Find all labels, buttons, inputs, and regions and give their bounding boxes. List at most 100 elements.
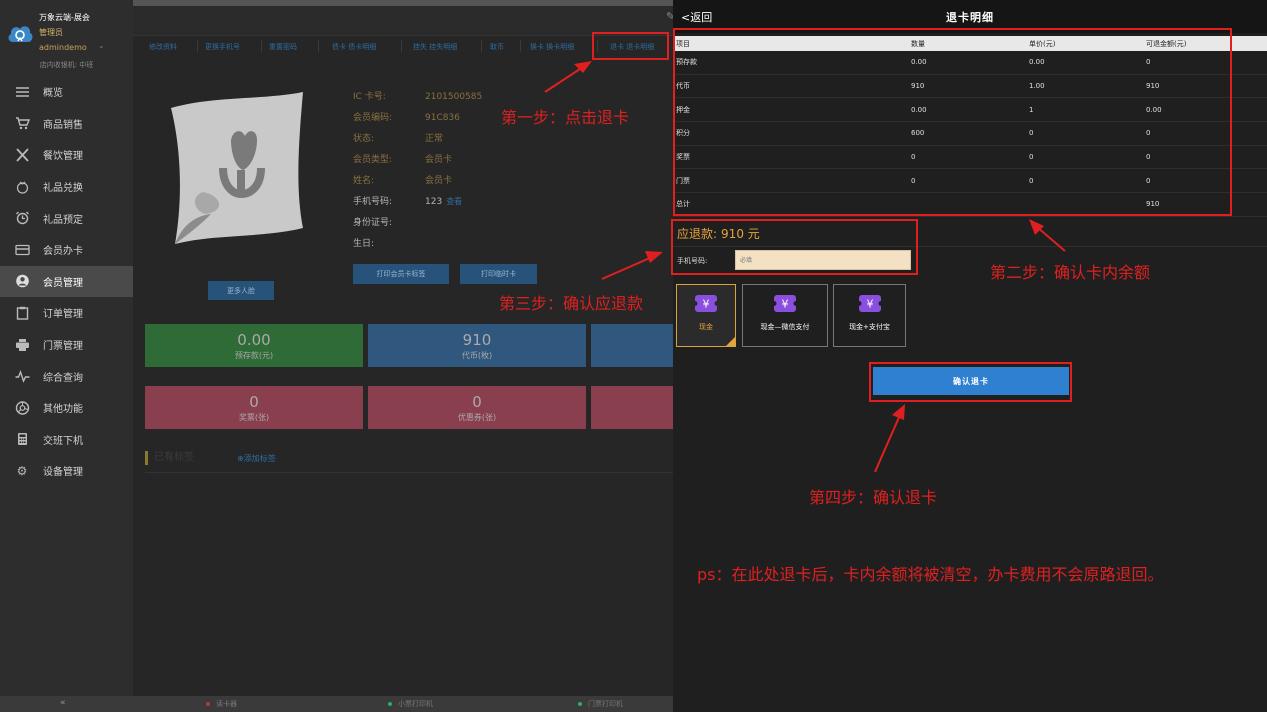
tab-reset-password[interactable]: 重置密码 bbox=[269, 42, 297, 52]
info-label: IC 卡号: bbox=[353, 92, 386, 102]
svg-text:¥: ¥ bbox=[782, 298, 789, 311]
sidebar-item-gift-reservation[interactable]: 礼品预定 bbox=[0, 202, 133, 234]
ticket-printer-status: 门票打印机 bbox=[578, 699, 623, 709]
card-reader-status: 读卡器 bbox=[206, 699, 237, 709]
sidebar-item-gift-exchange[interactable]: 礼品兑换 bbox=[0, 171, 133, 203]
info-row-name: 姓名: 会员卡 bbox=[353, 173, 452, 186]
tab-divider bbox=[318, 40, 319, 52]
member-photo-placeholder-icon bbox=[171, 92, 303, 244]
status-label: 读卡器 bbox=[216, 700, 237, 708]
chevron-down-icon[interactable]: ⌄ bbox=[98, 41, 105, 50]
info-value: 正常 bbox=[425, 134, 444, 144]
stat-coupons: 0 优惠券(张) bbox=[368, 386, 586, 429]
sidebar-item-label: 综合查询 bbox=[43, 372, 83, 384]
sidebar-item-orders[interactable]: 订单管理 bbox=[0, 297, 133, 329]
cloud-logo-icon bbox=[8, 26, 33, 42]
tab-change-card[interactable]: 换卡 换卡明细 bbox=[530, 42, 574, 52]
tab-divider bbox=[520, 40, 521, 52]
info-row-phone: 手机号码: 123 查看 bbox=[353, 194, 462, 207]
stat-value: 0.00 bbox=[237, 330, 271, 349]
tab-card-loan[interactable]: 债卡 债卡明细 bbox=[332, 42, 376, 52]
clipboard-icon bbox=[14, 306, 30, 320]
pay-option-cash[interactable]: ¥ 现金 bbox=[676, 284, 736, 347]
user-icon bbox=[14, 274, 30, 288]
pay-option-cash-alipay[interactable]: ¥ 现金+支付宝 bbox=[833, 284, 906, 347]
info-label: 姓名: bbox=[353, 176, 375, 186]
info-value: 会员卡 bbox=[425, 176, 453, 186]
sidebar: 万象云端-展会 管理员 admindemo ⌄ 店内收银机: 中班 概览 商品销… bbox=[0, 0, 133, 696]
status-label: 小票打印机 bbox=[398, 700, 433, 708]
selected-corner-icon bbox=[726, 337, 735, 346]
collapse-sidebar-button[interactable]: « bbox=[60, 698, 66, 708]
info-value: 123 bbox=[425, 197, 443, 207]
stat-label: 优惠券(张) bbox=[457, 412, 497, 422]
pay-option-label: 现金+支付宝 bbox=[849, 323, 890, 331]
info-label: 手机号码: bbox=[353, 197, 393, 207]
brand: 万象云端-展会 管理员 admindemo ⌄ 店内收银机: 中班 bbox=[0, 0, 133, 74]
aperture-icon bbox=[14, 401, 30, 415]
info-row-member-type: 会员类型: 会员卡 bbox=[353, 152, 452, 165]
sidebar-item-query[interactable]: 综合查询 bbox=[0, 360, 133, 392]
info-value: 2101500585 bbox=[425, 92, 483, 102]
stat-hidden bbox=[591, 324, 673, 367]
svg-text:¥: ¥ bbox=[703, 298, 710, 311]
info-row-birthday: 生日: bbox=[353, 236, 425, 249]
tab-divider bbox=[401, 40, 402, 52]
annotation-step1: 第一步：点击退卡 bbox=[501, 108, 630, 127]
cart-icon bbox=[14, 116, 30, 130]
status-label: 门票打印机 bbox=[588, 700, 623, 708]
sidebar-item-label: 概览 bbox=[43, 88, 63, 100]
stat-label: 代币(枚) bbox=[461, 350, 493, 360]
tab-edit-profile[interactable]: 修改资料 bbox=[149, 42, 177, 52]
cashier-info: 店内收银机: 中班 bbox=[39, 61, 94, 69]
sidebar-item-other[interactable]: 其他功能 bbox=[0, 392, 133, 424]
add-tag-label: 添加标签 bbox=[243, 454, 276, 463]
pay-option-cash-wechat[interactable]: ¥ 现金—微信支付 bbox=[742, 284, 828, 347]
annotation-box-step2 bbox=[673, 28, 1232, 216]
annotation-step4: 第四步：确认退卡 bbox=[809, 488, 938, 507]
pay-option-label: 现金 bbox=[699, 323, 713, 331]
more-faces-button[interactable]: 更多人脸 bbox=[208, 281, 274, 300]
sidebar-item-overview[interactable]: 概览 bbox=[0, 76, 133, 108]
info-label: 生日: bbox=[353, 239, 375, 249]
tab-change-phone[interactable]: 更换手机号 bbox=[205, 42, 240, 52]
user-role: 管理员 bbox=[39, 28, 63, 37]
stat-prize-tickets: 0 奖票(张) bbox=[145, 386, 363, 429]
view-phone-link[interactable]: 查看 bbox=[446, 197, 462, 206]
menu-icon bbox=[14, 85, 30, 99]
info-row-status: 状态: 正常 bbox=[353, 131, 443, 144]
sidebar-item-label: 商品销售 bbox=[43, 119, 83, 131]
sidebar-item-devices[interactable]: ⚙ 设备管理 bbox=[0, 455, 133, 487]
sidebar-item-label: 礼品兑换 bbox=[43, 183, 83, 195]
annotation-box-step1 bbox=[592, 32, 669, 60]
sidebar-item-member-management[interactable]: 会员管理 bbox=[0, 265, 133, 298]
annotation-step3: 第三步：确认应退款 bbox=[499, 294, 644, 313]
tab-withdraw-coins[interactable]: 取币 bbox=[490, 42, 504, 52]
add-tag-button[interactable]: ⊕添加标签 bbox=[237, 453, 276, 464]
tab-divider bbox=[197, 40, 198, 52]
sidebar-item-label: 门票管理 bbox=[43, 341, 83, 353]
receipt-printer-status: 小票打印机 bbox=[388, 699, 433, 709]
member-tags-section: 已有标签 ⊕添加标签 bbox=[145, 451, 673, 473]
sidebar-item-member-card[interactable]: 会员办卡 bbox=[0, 234, 133, 266]
sidebar-item-shift-handover[interactable]: 交班下机 bbox=[0, 424, 133, 456]
info-label: 身份证号: bbox=[353, 218, 393, 228]
annotation-ps-note: ps：在此处退卡后，卡内余额将被清空，办卡费用不会原路退回。 bbox=[697, 565, 1164, 584]
stat-label: 预存款(元) bbox=[234, 350, 274, 360]
status-footer: « 读卡器 小票打印机 门票打印机 bbox=[0, 696, 673, 712]
tab-report-loss[interactable]: 挂失 挂失明细 bbox=[413, 42, 457, 52]
sidebar-item-catering[interactable]: 餐饮管理 bbox=[0, 139, 133, 171]
sidebar-item-product-sales[interactable]: 商品销售 bbox=[0, 108, 133, 140]
alarm-clock-icon bbox=[14, 211, 30, 225]
print-member-label-button[interactable]: 打印会员卡标签 bbox=[353, 264, 449, 284]
status-dot-icon bbox=[388, 702, 392, 706]
sidebar-item-label: 礼品预定 bbox=[43, 214, 83, 226]
sidebar-item-label: 其他功能 bbox=[43, 404, 83, 416]
user-name[interactable]: admindemo bbox=[39, 43, 87, 52]
svg-text:¥: ¥ bbox=[866, 298, 873, 311]
printer-icon bbox=[14, 338, 30, 352]
info-value: 91C836 bbox=[425, 113, 460, 123]
sidebar-item-tickets[interactable]: 门票管理 bbox=[0, 329, 133, 361]
print-temp-card-button[interactable]: 打印临时卡 bbox=[460, 264, 537, 284]
sidebar-item-label: 设备管理 bbox=[43, 467, 83, 479]
